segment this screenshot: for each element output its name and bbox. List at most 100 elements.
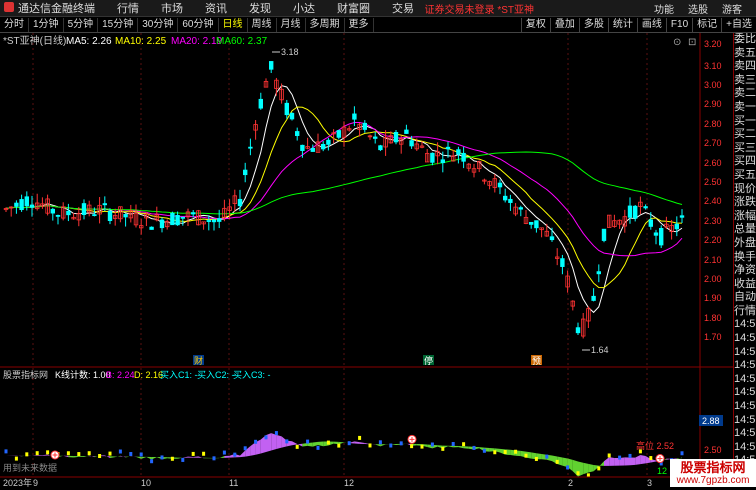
quote-panel-item: 收益 [734, 278, 756, 292]
add-watchlist-button[interactable]: +自选 [721, 18, 756, 32]
watermark-url: www.7gpzb.com [677, 475, 750, 486]
sub-bar [327, 441, 330, 445]
rights-adjust-button[interactable]: 复权 [521, 18, 550, 32]
quote-panel-item: 买四 [734, 155, 756, 169]
expand-icon[interactable]: ⊙ [673, 37, 681, 48]
menu-item-quotes[interactable]: 行情 [117, 0, 139, 16]
date-label: 9 [33, 478, 38, 487]
sub-bar [25, 452, 28, 456]
tab-60min[interactable]: 60分钟 [178, 18, 218, 32]
sub-indicator-title[interactable]: 股票指标网 [3, 369, 48, 380]
candle-body [56, 215, 60, 216]
sub-band-segment [79, 456, 84, 457]
overlay-button[interactable]: 叠加 [550, 18, 579, 32]
menu-item-market[interactable]: 市场 [161, 0, 183, 16]
event-marker-forecast[interactable]: 预 [532, 356, 541, 366]
tab-monthly[interactable]: 月线 [277, 18, 306, 32]
buy-c2-legend: 买入C2: - [197, 370, 235, 380]
candle-body [503, 196, 507, 200]
tab-5min[interactable]: 5分钟 [64, 18, 99, 32]
candle-body [654, 233, 658, 235]
quote-panel-item: 14:5 [734, 386, 756, 400]
restore-icon[interactable]: ⊡ [688, 37, 696, 48]
login-notice[interactable]: 证券交易未登录 *ST亚神 [425, 1, 534, 16]
quote-panel-item: 买五 [734, 169, 756, 183]
menu-stock-select[interactable]: 选股 [688, 1, 708, 16]
tab-1min[interactable]: 1分钟 [29, 18, 64, 32]
candle-body [675, 224, 679, 229]
tab-30min[interactable]: 30分钟 [138, 18, 178, 32]
mark-button[interactable]: 标记 [692, 18, 721, 32]
sub-bar [46, 450, 49, 454]
menu-item-wealth[interactable]: 财富圈 [337, 0, 370, 16]
sub-bar [129, 452, 132, 456]
candle-body [457, 150, 461, 155]
tab-15min[interactable]: 15分钟 [98, 18, 138, 32]
sub-bar [421, 445, 424, 449]
candle-body [597, 272, 601, 274]
quote-panel-item: 委比 [734, 33, 756, 47]
candle-body [410, 141, 414, 146]
event-marker-halt[interactable]: 停 [424, 355, 433, 366]
candle-body [217, 219, 221, 222]
kline-chart[interactable]: *ST亚神(日线) MA5: 2.26 MA10: 2.25 MA20: 2.1… [0, 33, 733, 487]
sub-band-segment [583, 463, 588, 474]
candle-body [311, 148, 315, 151]
sub-bar [109, 452, 112, 456]
sub-bar [98, 454, 101, 458]
sub-bar [244, 446, 247, 450]
tab-daily[interactable]: 日线 [219, 18, 248, 32]
sub-bar [629, 454, 632, 458]
menu-item-xiaoda[interactable]: 小达 [293, 0, 315, 16]
sub-small-label: 12 [657, 466, 667, 476]
sub-band-segment [630, 457, 635, 465]
tab-weekly[interactable]: 周线 [248, 18, 277, 32]
sub-band-segment [625, 457, 630, 465]
multi-stock-button[interactable]: 多股 [579, 18, 608, 32]
candle-body [290, 113, 294, 119]
ma20-legend: MA20: 2.19 [171, 36, 223, 47]
candle-body [379, 146, 383, 150]
statistics-button[interactable]: 统计 [608, 18, 637, 32]
tab-timeshare[interactable]: 分时 [0, 18, 29, 32]
candle-body [15, 203, 19, 206]
price-label: 1.80 [704, 313, 722, 323]
quote-panel-item: 14:5 [734, 359, 756, 373]
candle-body [108, 211, 112, 220]
sub-bar [36, 451, 39, 455]
sub-bar [473, 446, 476, 450]
sub-bar [400, 441, 403, 445]
sub-band-segment [609, 457, 614, 466]
menu-function[interactable]: 功能 [654, 1, 674, 16]
sub-bar [337, 444, 340, 448]
menu-bar: 通达信金融终端 行情 市场 资讯 发现 小达 财富圈 交易 证券交易未登录 *S… [0, 0, 756, 17]
candle-body [353, 114, 357, 119]
candle-body [431, 153, 435, 162]
quote-panel-item: 卖二 [734, 87, 756, 101]
tab-more[interactable]: 更多 [345, 18, 374, 32]
sub-price-label: 2.50 [704, 445, 722, 455]
sub-bar [285, 439, 288, 443]
price-label: 2.20 [704, 235, 722, 245]
sub-status-text: 用到未来数据 [3, 462, 57, 473]
sub-bar [275, 431, 278, 435]
quote-panel-item: 净资 [734, 264, 756, 278]
menu-item-discover[interactable]: 发现 [249, 0, 271, 16]
sub-bar [525, 454, 528, 458]
d-legend: D: 2.16 [134, 370, 163, 380]
chart-area[interactable]: *ST亚神(日线) MA5: 2.26 MA10: 2.25 MA20: 2.1… [0, 33, 733, 487]
event-marker-finance[interactable]: 财 [194, 355, 203, 366]
date-label: 10 [141, 478, 151, 487]
price-label: 2.60 [704, 158, 722, 168]
menu-guest[interactable]: 游客 [722, 1, 742, 16]
price-label: 2.30 [704, 216, 722, 226]
price-label: 2.90 [704, 99, 722, 109]
quote-panel-item: 行情 [734, 305, 756, 319]
menu-item-news[interactable]: 资讯 [205, 0, 227, 16]
menu-item-trade[interactable]: 交易 [392, 0, 414, 16]
tab-multi-period[interactable]: 多周期 [306, 18, 345, 32]
candle-body [160, 220, 164, 228]
f10-button[interactable]: F10 [666, 18, 692, 32]
draw-line-button[interactable]: 画线 [637, 18, 666, 32]
sub-bar [192, 452, 195, 456]
